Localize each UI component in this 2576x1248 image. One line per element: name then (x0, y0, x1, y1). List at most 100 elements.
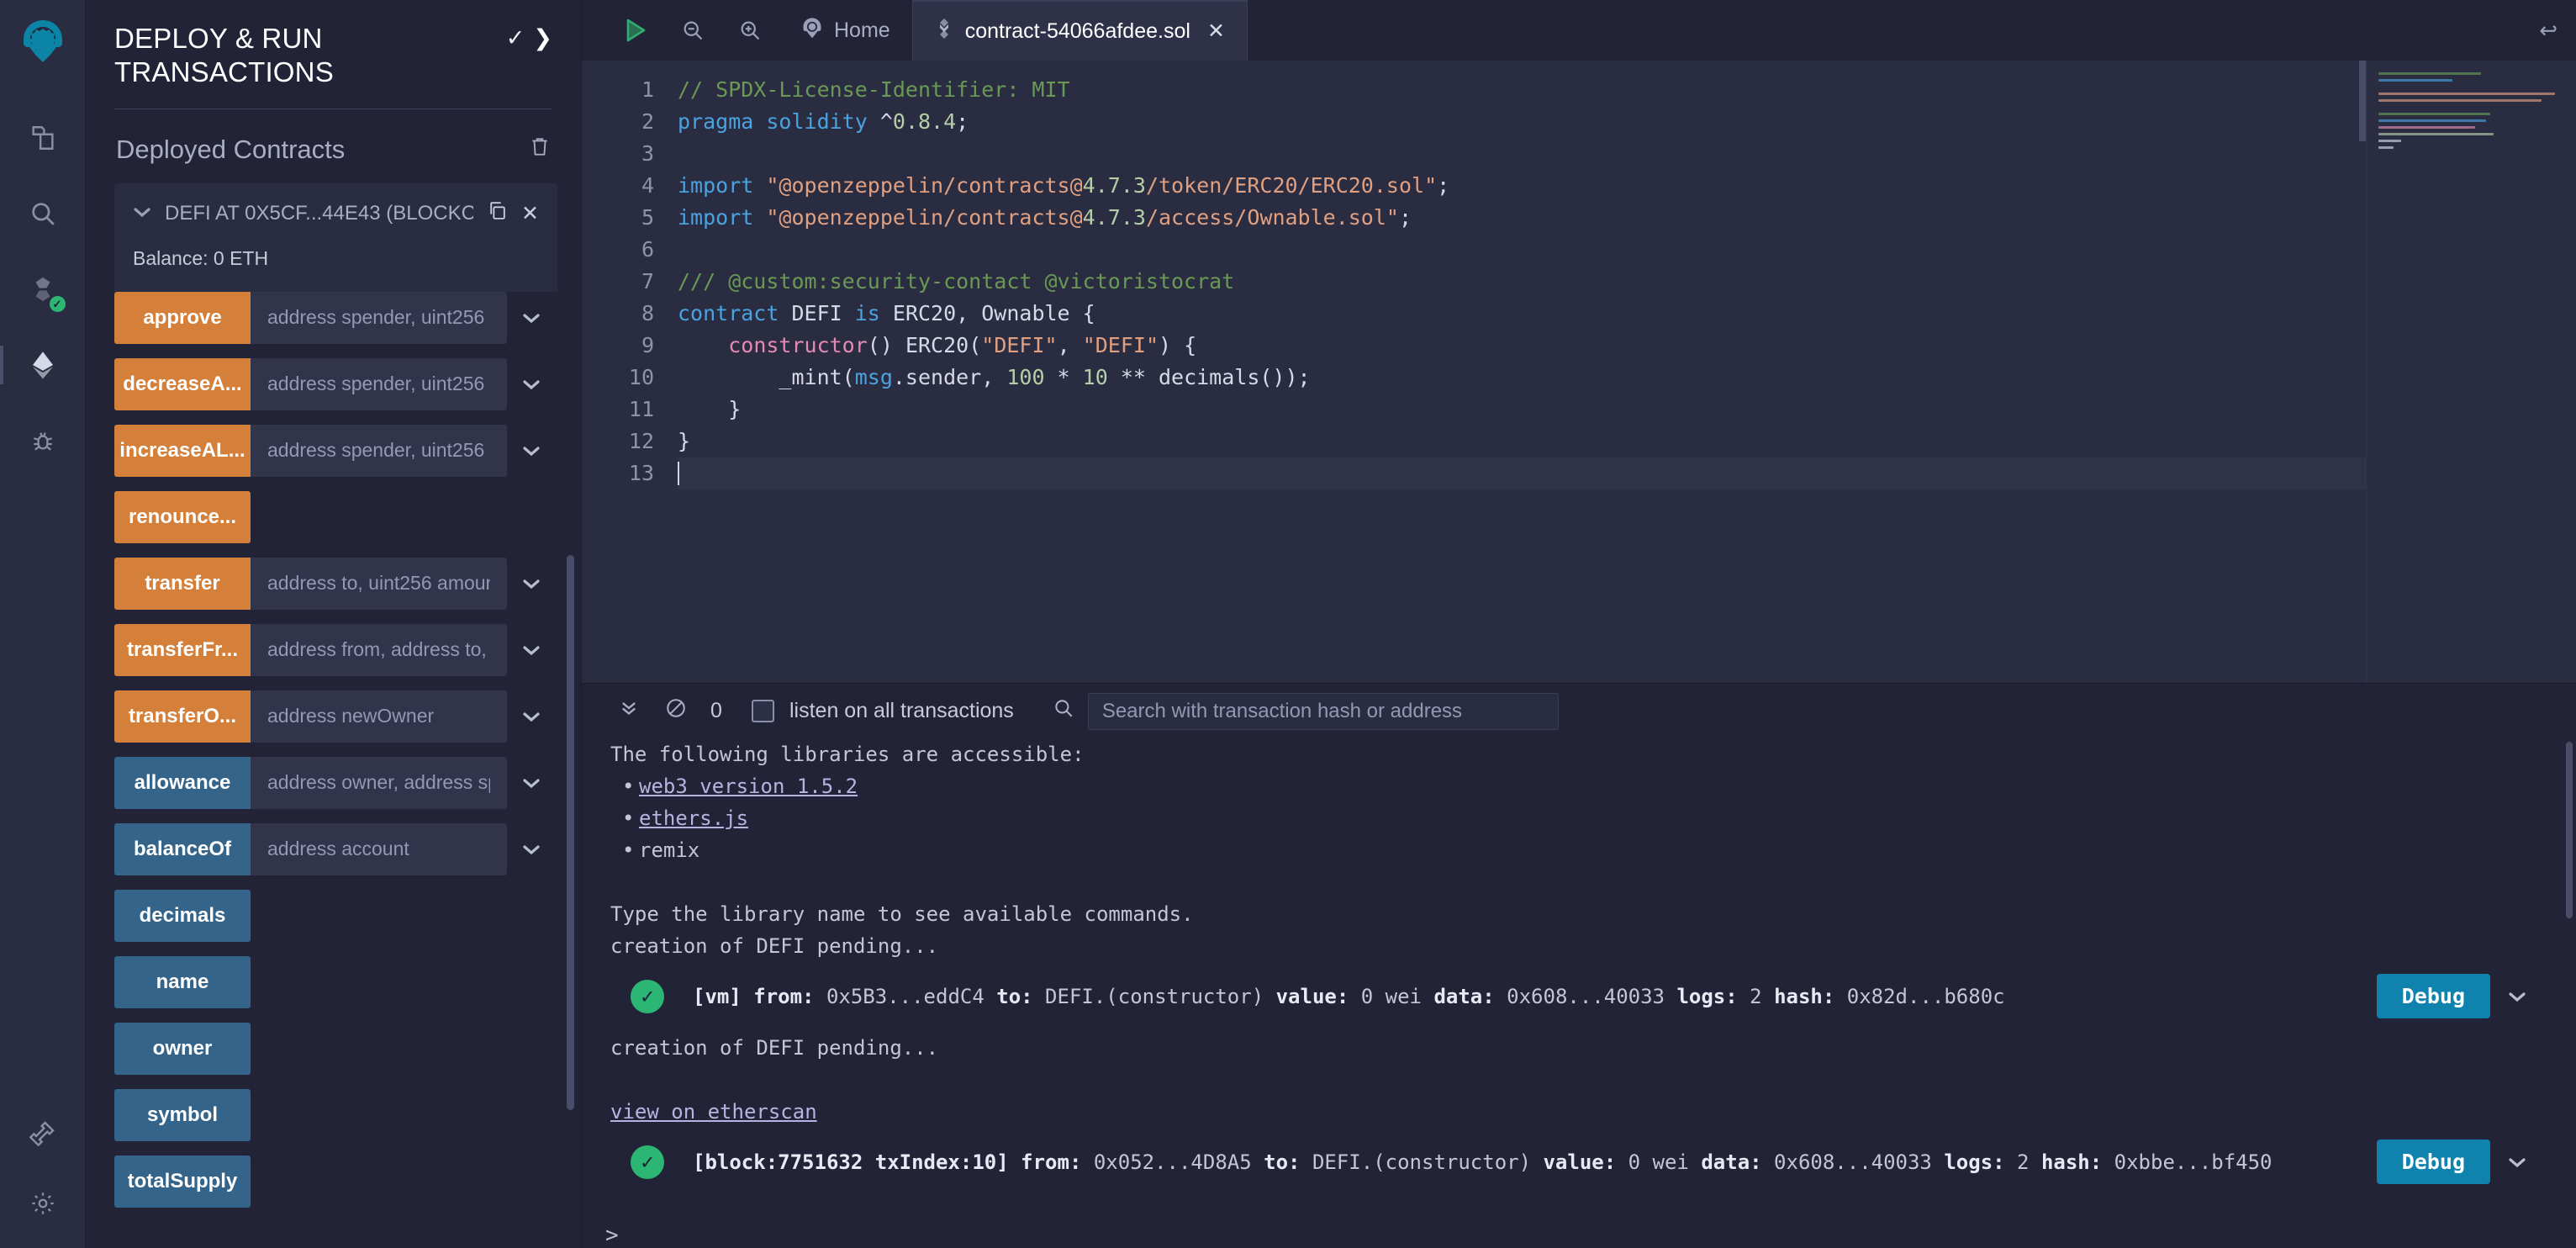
function-button-decreasea-[interactable]: decreaseA... (114, 357, 251, 410)
terminal-toolbar: 0 listen on all transactions (582, 683, 2576, 738)
line-number: 11 (628, 397, 654, 421)
function-input-increaseal-[interactable] (251, 424, 507, 477)
deploy-run-panel: DEPLOY & RUN TRANSACTIONS ✓ ❯ Deployed C… (86, 0, 582, 1248)
panel-header: DEPLOY & RUN TRANSACTIONS ✓ ❯ (86, 0, 581, 108)
function-button-allowance[interactable]: allowance (114, 756, 251, 809)
terminal-link[interactable]: web3 version 1.5.2 (639, 775, 858, 798)
minimap-line (2378, 146, 2394, 149)
collapse-terminal-icon[interactable] (605, 697, 652, 725)
function-input-decreasea-[interactable] (251, 357, 507, 410)
function-button-renounce-[interactable]: renounce... (114, 490, 251, 543)
code-content[interactable]: // SPDX-License-Identifier: MIT pragma so… (673, 61, 2576, 683)
function-button-balanceof[interactable]: balanceOf (114, 822, 251, 875)
panel-scrollbar[interactable] (567, 555, 574, 1110)
search-icon[interactable] (1053, 697, 1074, 725)
trash-icon[interactable] (529, 135, 551, 163)
minimap-line (2378, 99, 2542, 102)
tab-close-icon[interactable]: ✕ (1207, 19, 1225, 44)
debug-button[interactable]: Debug (2376, 1140, 2490, 1184)
chevron-down-icon[interactable] (507, 690, 556, 743)
function-button-owner[interactable]: owner (114, 1022, 251, 1075)
listen-all-transactions-checkbox[interactable] (752, 700, 774, 722)
terminal-scrollbar[interactable] (2566, 742, 2573, 918)
transaction-row[interactable]: ✓ [vm] from: 0x5B3...eddC4 to: DEFI.(cons… (610, 974, 2552, 1018)
chevron-down-icon[interactable] (2490, 1146, 2544, 1178)
function-input-transfero-[interactable] (251, 690, 507, 743)
close-icon[interactable]: ✕ (521, 201, 539, 226)
code-line: import "@openzeppelin/contracts@4.7.3/to… (678, 173, 1450, 198)
chevron-down-icon[interactable] (507, 425, 556, 477)
function-button-increaseal-[interactable]: increaseAL... (114, 424, 251, 477)
zoom-in-icon[interactable] (721, 0, 779, 61)
function-button-transfer[interactable]: transfer (114, 557, 251, 610)
chevron-down-icon[interactable] (507, 823, 556, 875)
terminal-text-line: creation of DEFI pending... (610, 934, 939, 958)
sidebar-item-deploy-run[interactable] (0, 339, 69, 391)
sidebar-item-search[interactable] (17, 188, 69, 240)
function-input-transfer[interactable] (251, 557, 507, 610)
terminal-prompt[interactable]: > (582, 1214, 2576, 1248)
function-button-name[interactable]: name (114, 955, 251, 1008)
chevron-down-icon[interactable] (2490, 981, 2544, 1013)
code-line: pragma solidity ^0.8.4; (678, 109, 969, 134)
panel-check-icon[interactable]: ✓ (506, 22, 525, 51)
transaction-search-input[interactable] (1087, 692, 1559, 730)
function-input-allowance[interactable] (251, 756, 507, 809)
editor-surface[interactable]: 1 2 3 4 5 6 7 8 9 10 11 12 13 // SPDX-License-Identi… (582, 61, 2576, 683)
function-input-approve[interactable] (251, 291, 507, 344)
sidebar-item-file-explorer[interactable] (17, 112, 69, 164)
contract-function-row: transferFr... (114, 623, 556, 676)
terminal-bullet-line: remix (610, 834, 2552, 866)
compiler-success-badge: ✓ (49, 296, 66, 312)
function-button-decimals[interactable]: decimals (114, 889, 251, 942)
chevron-down-icon[interactable] (507, 358, 556, 410)
minimap-line (2378, 126, 2475, 129)
sidebar-item-settings[interactable] (17, 1177, 69, 1229)
main-area: Home contract-54066afdee.sol ✕ ↩ 1234567… (582, 0, 2576, 1248)
terminal-link-line: web3 version 1.5.2 (610, 770, 2552, 802)
contract-function-row: transferO... (114, 690, 556, 743)
chevron-down-icon[interactable] (507, 624, 556, 676)
function-input-balanceof[interactable] (251, 822, 507, 875)
editor-toggle-icon[interactable]: ↩ (2539, 0, 2576, 61)
editor-scrollbar[interactable] (2359, 61, 2366, 141)
contract-function-row: balanceOf (114, 822, 556, 875)
function-button-transfero-[interactable]: transferO... (114, 690, 251, 743)
terminal-link[interactable]: ethers.js (639, 806, 748, 830)
terminal-output[interactable]: The following libraries are accessible: w… (582, 738, 2576, 1214)
contract-header-row[interactable]: DEFI AT 0X5CF...44E43 (BLOCKCHA ✕ (114, 183, 557, 242)
function-button-approve[interactable]: approve (114, 291, 251, 344)
panel-expand-icon[interactable]: ❯ (533, 22, 552, 51)
chevron-down-icon[interactable] (507, 558, 556, 610)
line-number: 6 (641, 237, 654, 262)
chevron-down-icon[interactable] (507, 757, 556, 809)
function-button-transferfr-[interactable]: transferFr... (114, 623, 251, 676)
transaction-summary: [vm] from: 0x5B3...eddC4 to: DEFI.(const… (693, 984, 2005, 1008)
chevron-down-icon[interactable] (133, 204, 151, 223)
editor-tab-bar: Home contract-54066afdee.sol ✕ ↩ (582, 0, 2576, 61)
function-button-symbol[interactable]: symbol (114, 1088, 251, 1141)
code-line: contract DEFI is ERC20, Ownable { (678, 301, 1095, 325)
contract-functions-list: approve decreaseA... increaseAL... renounce… (114, 291, 581, 1248)
editor-minimap[interactable] (2366, 61, 2576, 683)
tab-home[interactable]: Home (779, 0, 912, 61)
copy-icon[interactable] (487, 200, 508, 227)
chevron-down-icon[interactable] (507, 292, 556, 344)
sidebar-item-plugin-manager[interactable] (17, 1107, 69, 1159)
tab-contract-file[interactable]: contract-54066afdee.sol ✕ (911, 0, 1248, 61)
zoom-out-icon[interactable] (664, 0, 721, 61)
function-input-transferfr-[interactable] (251, 623, 507, 676)
function-button-totalsupply[interactable]: totalSupply (114, 1155, 251, 1208)
debug-button[interactable]: Debug (2376, 974, 2490, 1018)
line-number: 10 (628, 365, 654, 389)
sidebar-item-debugger[interactable] (17, 415, 69, 467)
line-number: 7 (641, 269, 654, 293)
clear-console-icon[interactable] (652, 697, 699, 725)
run-script-icon[interactable] (607, 0, 664, 61)
sidebar-item-solidity-compiler[interactable]: ✓ (17, 263, 69, 315)
transaction-row[interactable]: ✓ [block:7751632 txIndex:10] from: 0x052.… (610, 1140, 2552, 1184)
view-on-etherscan-link[interactable]: view on etherscan (610, 1100, 817, 1124)
deployed-contracts-header: Deployed Contracts (86, 109, 581, 183)
